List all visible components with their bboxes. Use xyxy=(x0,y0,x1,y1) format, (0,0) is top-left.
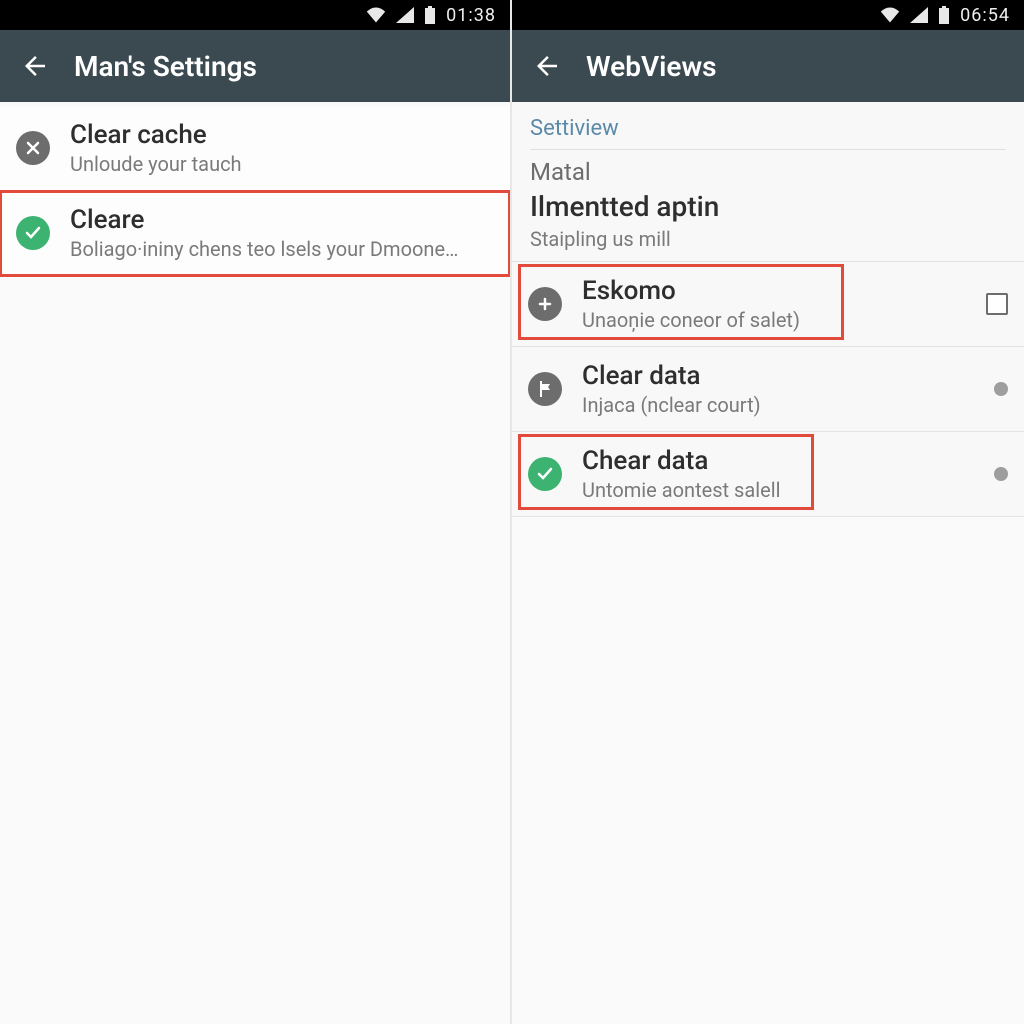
row-subtitle: Untomie aontest salell xyxy=(582,478,964,502)
battery-icon xyxy=(938,6,950,24)
row-texts: Chear data Untomie aontest salell xyxy=(582,446,964,502)
section-header: Settiview Matal Ilmentted aptin Staiplin… xyxy=(512,102,1024,262)
row-texts: Clear data Injaca (nclear court) xyxy=(582,361,964,417)
battery-icon xyxy=(424,6,436,24)
row-subtitle: Unaoņie coneor of salet) xyxy=(582,308,956,332)
row-subtitle: Boliago·ininy chens teo lsels your Dmoon… xyxy=(70,237,494,261)
status-time: 01:38 xyxy=(446,5,496,26)
status-bar: 01:38 xyxy=(0,0,510,30)
section-sub: Staipling us mill xyxy=(530,227,1006,251)
x-icon xyxy=(16,131,50,165)
radio[interactable] xyxy=(994,467,1008,481)
content: Settiview Matal Ilmentted aptin Staiplin… xyxy=(512,102,1024,1024)
wifi-icon xyxy=(366,7,386,23)
radio[interactable] xyxy=(994,382,1008,396)
wifi-icon xyxy=(880,7,900,23)
right-pane: 06:54 WebViews Settiview Matal Ilmentted… xyxy=(512,0,1024,1024)
row-trailing xyxy=(976,293,1008,315)
plus-icon xyxy=(528,287,562,321)
back-button[interactable] xyxy=(532,51,562,81)
row-trailing xyxy=(984,382,1008,396)
left-pane: 01:38 Man's Settings Clear cache Unloude… xyxy=(0,0,512,1024)
section-lead: Matal xyxy=(530,158,1006,186)
row-clear-cache[interactable]: Clear cache Unloude your tauch xyxy=(0,106,510,191)
row-title: Cleare xyxy=(70,205,494,235)
row-title: Clear cache xyxy=(70,120,494,150)
app-bar: Man's Settings xyxy=(0,30,510,102)
check-icon xyxy=(528,457,562,491)
row-trailing xyxy=(984,467,1008,481)
app-bar-title: Man's Settings xyxy=(74,50,257,83)
signal-icon xyxy=(396,7,414,23)
row-subtitle: Injaca (nclear court) xyxy=(582,393,964,417)
row-title: Chear data xyxy=(582,446,964,476)
status-time: 06:54 xyxy=(960,5,1010,26)
row-title: Eskomo xyxy=(582,276,956,306)
flag-icon xyxy=(528,372,562,406)
row-eskomo[interactable]: Eskomo Unaoņie coneor of salet) xyxy=(512,262,1024,347)
content: Clear cache Unloude your tauch Cleare Bo… xyxy=(0,102,510,1024)
row-texts: Clear cache Unloude your tauch xyxy=(70,120,494,176)
checkbox[interactable] xyxy=(986,293,1008,315)
section-link[interactable]: Settiview xyxy=(530,116,1006,150)
row-texts: Eskomo Unaoņie coneor of salet) xyxy=(582,276,956,332)
row-texts: Cleare Boliago·ininy chens teo lsels you… xyxy=(70,205,494,261)
app-bar: WebViews xyxy=(512,30,1024,102)
app-bar-title: WebViews xyxy=(586,50,717,83)
row-chear-data[interactable]: Chear data Untomie aontest salell xyxy=(512,432,1024,517)
check-icon xyxy=(16,216,50,250)
status-bar: 06:54 xyxy=(512,0,1024,30)
row-clear-data[interactable]: Clear data Injaca (nclear court) xyxy=(512,347,1024,432)
row-cleare[interactable]: Cleare Boliago·ininy chens teo lsels you… xyxy=(0,191,510,276)
row-subtitle: Unloude your tauch xyxy=(70,152,494,176)
section-title: Ilmentted aptin xyxy=(530,190,1006,223)
row-title: Clear data xyxy=(582,361,964,391)
back-button[interactable] xyxy=(20,51,50,81)
signal-icon xyxy=(910,7,928,23)
